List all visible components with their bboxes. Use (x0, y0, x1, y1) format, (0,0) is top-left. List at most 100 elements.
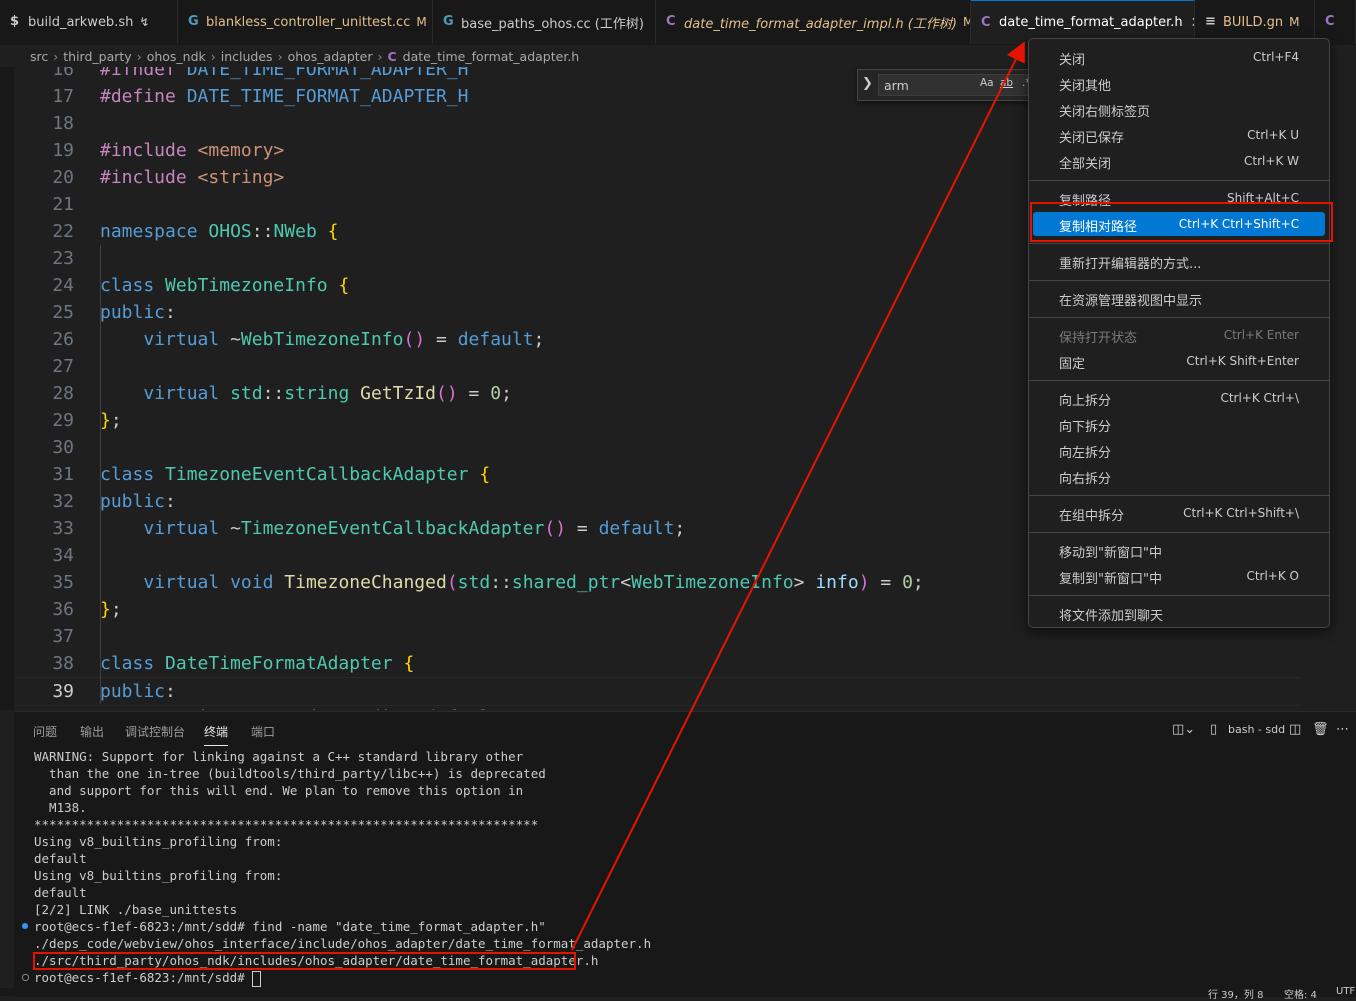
menu-item-label: 向左拆分 (1059, 446, 1112, 461)
terminal-name[interactable]: bash - sdd (1228, 723, 1285, 736)
menu-item[interactable]: 向左拆分 (1033, 438, 1325, 462)
menu-item-label: 将文件添加到聊天 (1059, 609, 1164, 624)
code-text: virtual ~WebTimezoneInfo() = default; (143, 329, 545, 350)
line-number: 21 (52, 194, 74, 215)
tab-label: base_paths_ohos.cc (工作树) (461, 16, 644, 32)
expand-replace-icon[interactable]: ❯ (862, 76, 873, 91)
menu-item-label: 复制到"新窗口"中 (1059, 572, 1162, 587)
menu-item[interactable]: 在资源管理器视图中显示 (1033, 286, 1325, 310)
line-number: 30 (52, 437, 74, 458)
minimap[interactable] (1326, 67, 1356, 710)
menu-separator (1029, 380, 1329, 381)
code-text: namespace OHOS::NWeb { (100, 221, 339, 242)
line-number: 34 (52, 545, 74, 566)
indentation[interactable]: 空格: 4 (1284, 986, 1317, 1001)
more-actions-icon[interactable]: ⋯ (1336, 722, 1349, 737)
line-number: 33 (52, 518, 74, 539)
chevron-right-icon: › (53, 48, 59, 64)
menu-item-label: 关闭右侧标签页 (1059, 105, 1151, 120)
code-line[interactable]: 40 DateTimeFormatAdapter() = default; (0, 704, 1300, 710)
breadcrumb-item[interactable]: ohos_adapter (288, 49, 373, 64)
menu-item-label: 关闭其他 (1059, 79, 1112, 94)
tab-0[interactable]: $ build_arkweb.sh ↯ (0, 0, 178, 44)
breadcrumb-item[interactable]: src (30, 49, 48, 64)
code-text: class TimezoneEventCallbackAdapter { (100, 464, 491, 485)
panel-tab[interactable]: 端口 (251, 723, 275, 740)
match-whole-word-icon[interactable]: ab (1000, 77, 1013, 89)
panel-tab[interactable]: 输出 (80, 723, 104, 740)
code-line[interactable]: 39 public: (0, 677, 1300, 706)
tab-status-badge: M (1289, 15, 1300, 29)
terminal-line: root@ecs-f1ef-6823:/mnt/sdd# (34, 969, 651, 987)
status-bar: 行 39，列 8 空格: 4 UTF (0, 986, 1356, 1001)
line-number: 18 (52, 113, 74, 134)
menu-item-label: 固定 (1059, 357, 1086, 372)
menu-item[interactable]: 复制到"新窗口"中 Ctrl+K O (1033, 564, 1325, 588)
code-text: #include <memory> (100, 140, 285, 161)
menu-item[interactable]: 关闭其他 (1033, 71, 1325, 95)
chevron-right-icon: › (377, 48, 383, 64)
menu-item[interactable]: 向上拆分 Ctrl+K Ctrl+\ (1033, 386, 1325, 410)
tab-label: blankless_controller_unittest.cc (206, 14, 411, 30)
encoding[interactable]: UTF (1336, 986, 1355, 997)
tab-1[interactable]: Gblankless_controller_unittest.cc M (178, 0, 433, 44)
line-number: 39 (52, 681, 74, 702)
menu-item[interactable]: 移动到"新窗口"中 (1033, 538, 1325, 562)
menu-item[interactable]: 关闭已保存 Ctrl+K U (1033, 123, 1325, 147)
tab-2[interactable]: Gbase_paths_ohos.cc (工作树) (433, 0, 656, 44)
breadcrumb-item[interactable]: includes (221, 49, 273, 64)
menu-item[interactable]: 关闭右侧标签页 (1033, 97, 1325, 121)
layout-toggle-icon[interactable]: ◫⌄ (1172, 722, 1195, 737)
split-terminal-icon[interactable]: ◫ (1289, 722, 1301, 737)
menu-item[interactable]: 关闭 Ctrl+F4 (1033, 45, 1325, 69)
code-text: #include <string> (100, 167, 285, 188)
code-text: #ifndef DATE_TIME_FORMAT_ADAPTER_H (100, 67, 469, 80)
menu-item-label: 在组中拆分 (1059, 509, 1125, 524)
line-number: 40 (14, 704, 74, 710)
terminal-output[interactable]: WARNING: Support for linking against a C… (34, 748, 651, 987)
panel-tab[interactable]: 调试控制台 (125, 723, 185, 740)
menu-item-label: 关闭 (1059, 53, 1086, 68)
code-text: public: (100, 302, 176, 323)
menu-separator (1029, 532, 1329, 533)
breadcrumb-item[interactable]: ohos_ndk (147, 49, 206, 64)
chevron-right-icon: › (277, 48, 283, 64)
line-number: 16 (52, 67, 74, 80)
command-decoration-icon[interactable] (22, 923, 28, 929)
menu-item[interactable]: 将文件添加到聊天 (1033, 601, 1325, 625)
command-decoration-empty-icon[interactable] (22, 974, 29, 981)
menu-item[interactable]: 向下拆分 (1033, 412, 1325, 436)
menu-item[interactable]: 全部关闭 Ctrl+K W (1033, 149, 1325, 173)
match-case-icon[interactable]: Aa (980, 77, 994, 89)
annotation-box-menu (1030, 202, 1333, 242)
tab-label: date_time_format_adapter.h (999, 15, 1183, 30)
terminal-line: default (34, 885, 87, 900)
tab-status-badge: M (416, 15, 427, 29)
terminal-line: than the one in-tree (buildtools/third_p… (34, 766, 546, 781)
tab-status-badge: M (963, 15, 970, 29)
chevron-right-icon: › (210, 48, 216, 64)
menu-item-label: 在资源管理器视图中显示 (1059, 294, 1203, 309)
tab-label: date_time_format_adapter_impl.h (工作树) (684, 16, 957, 32)
tab-status-badge: ↯ (139, 15, 150, 29)
menu-item-label: 重新打开编辑器的方式... (1059, 257, 1202, 272)
menu-item[interactable]: 在组中拆分 Ctrl+K Ctrl+Shift+\ (1033, 501, 1325, 525)
menu-item[interactable]: 重新打开编辑器的方式... (1033, 249, 1325, 273)
panel-tab[interactable]: 终端 (204, 723, 229, 746)
terminal-line: Using v8_builtins_profiling from: (34, 868, 283, 883)
panel-tab[interactable]: 问题 (33, 723, 57, 740)
file-type-icon: $ (10, 14, 20, 29)
breadcrumb-item[interactable]: third_party (63, 49, 131, 64)
menu-separator (1029, 180, 1329, 181)
code-text: class WebTimezoneInfo { (100, 275, 350, 296)
breadcrumb-item[interactable]: date_time_format_adapter.h (403, 49, 580, 64)
file-type-icon: C (387, 48, 397, 64)
code-line[interactable]: 38 class DateTimeFormatAdapter { (0, 650, 1300, 677)
menu-item[interactable]: 固定 Ctrl+K Shift+Enter (1033, 349, 1325, 373)
line-number: 29 (52, 410, 74, 431)
terminal-line: ****************************************… (34, 817, 539, 832)
menu-item[interactable]: 向右拆分 (1033, 464, 1325, 488)
tab-3[interactable]: Cdate_time_format_adapter_impl.h (工作树) M (656, 0, 971, 44)
cursor-position[interactable]: 行 39，列 8 (1208, 986, 1263, 1001)
trash-icon[interactable]: 🗑 (1312, 722, 1329, 737)
